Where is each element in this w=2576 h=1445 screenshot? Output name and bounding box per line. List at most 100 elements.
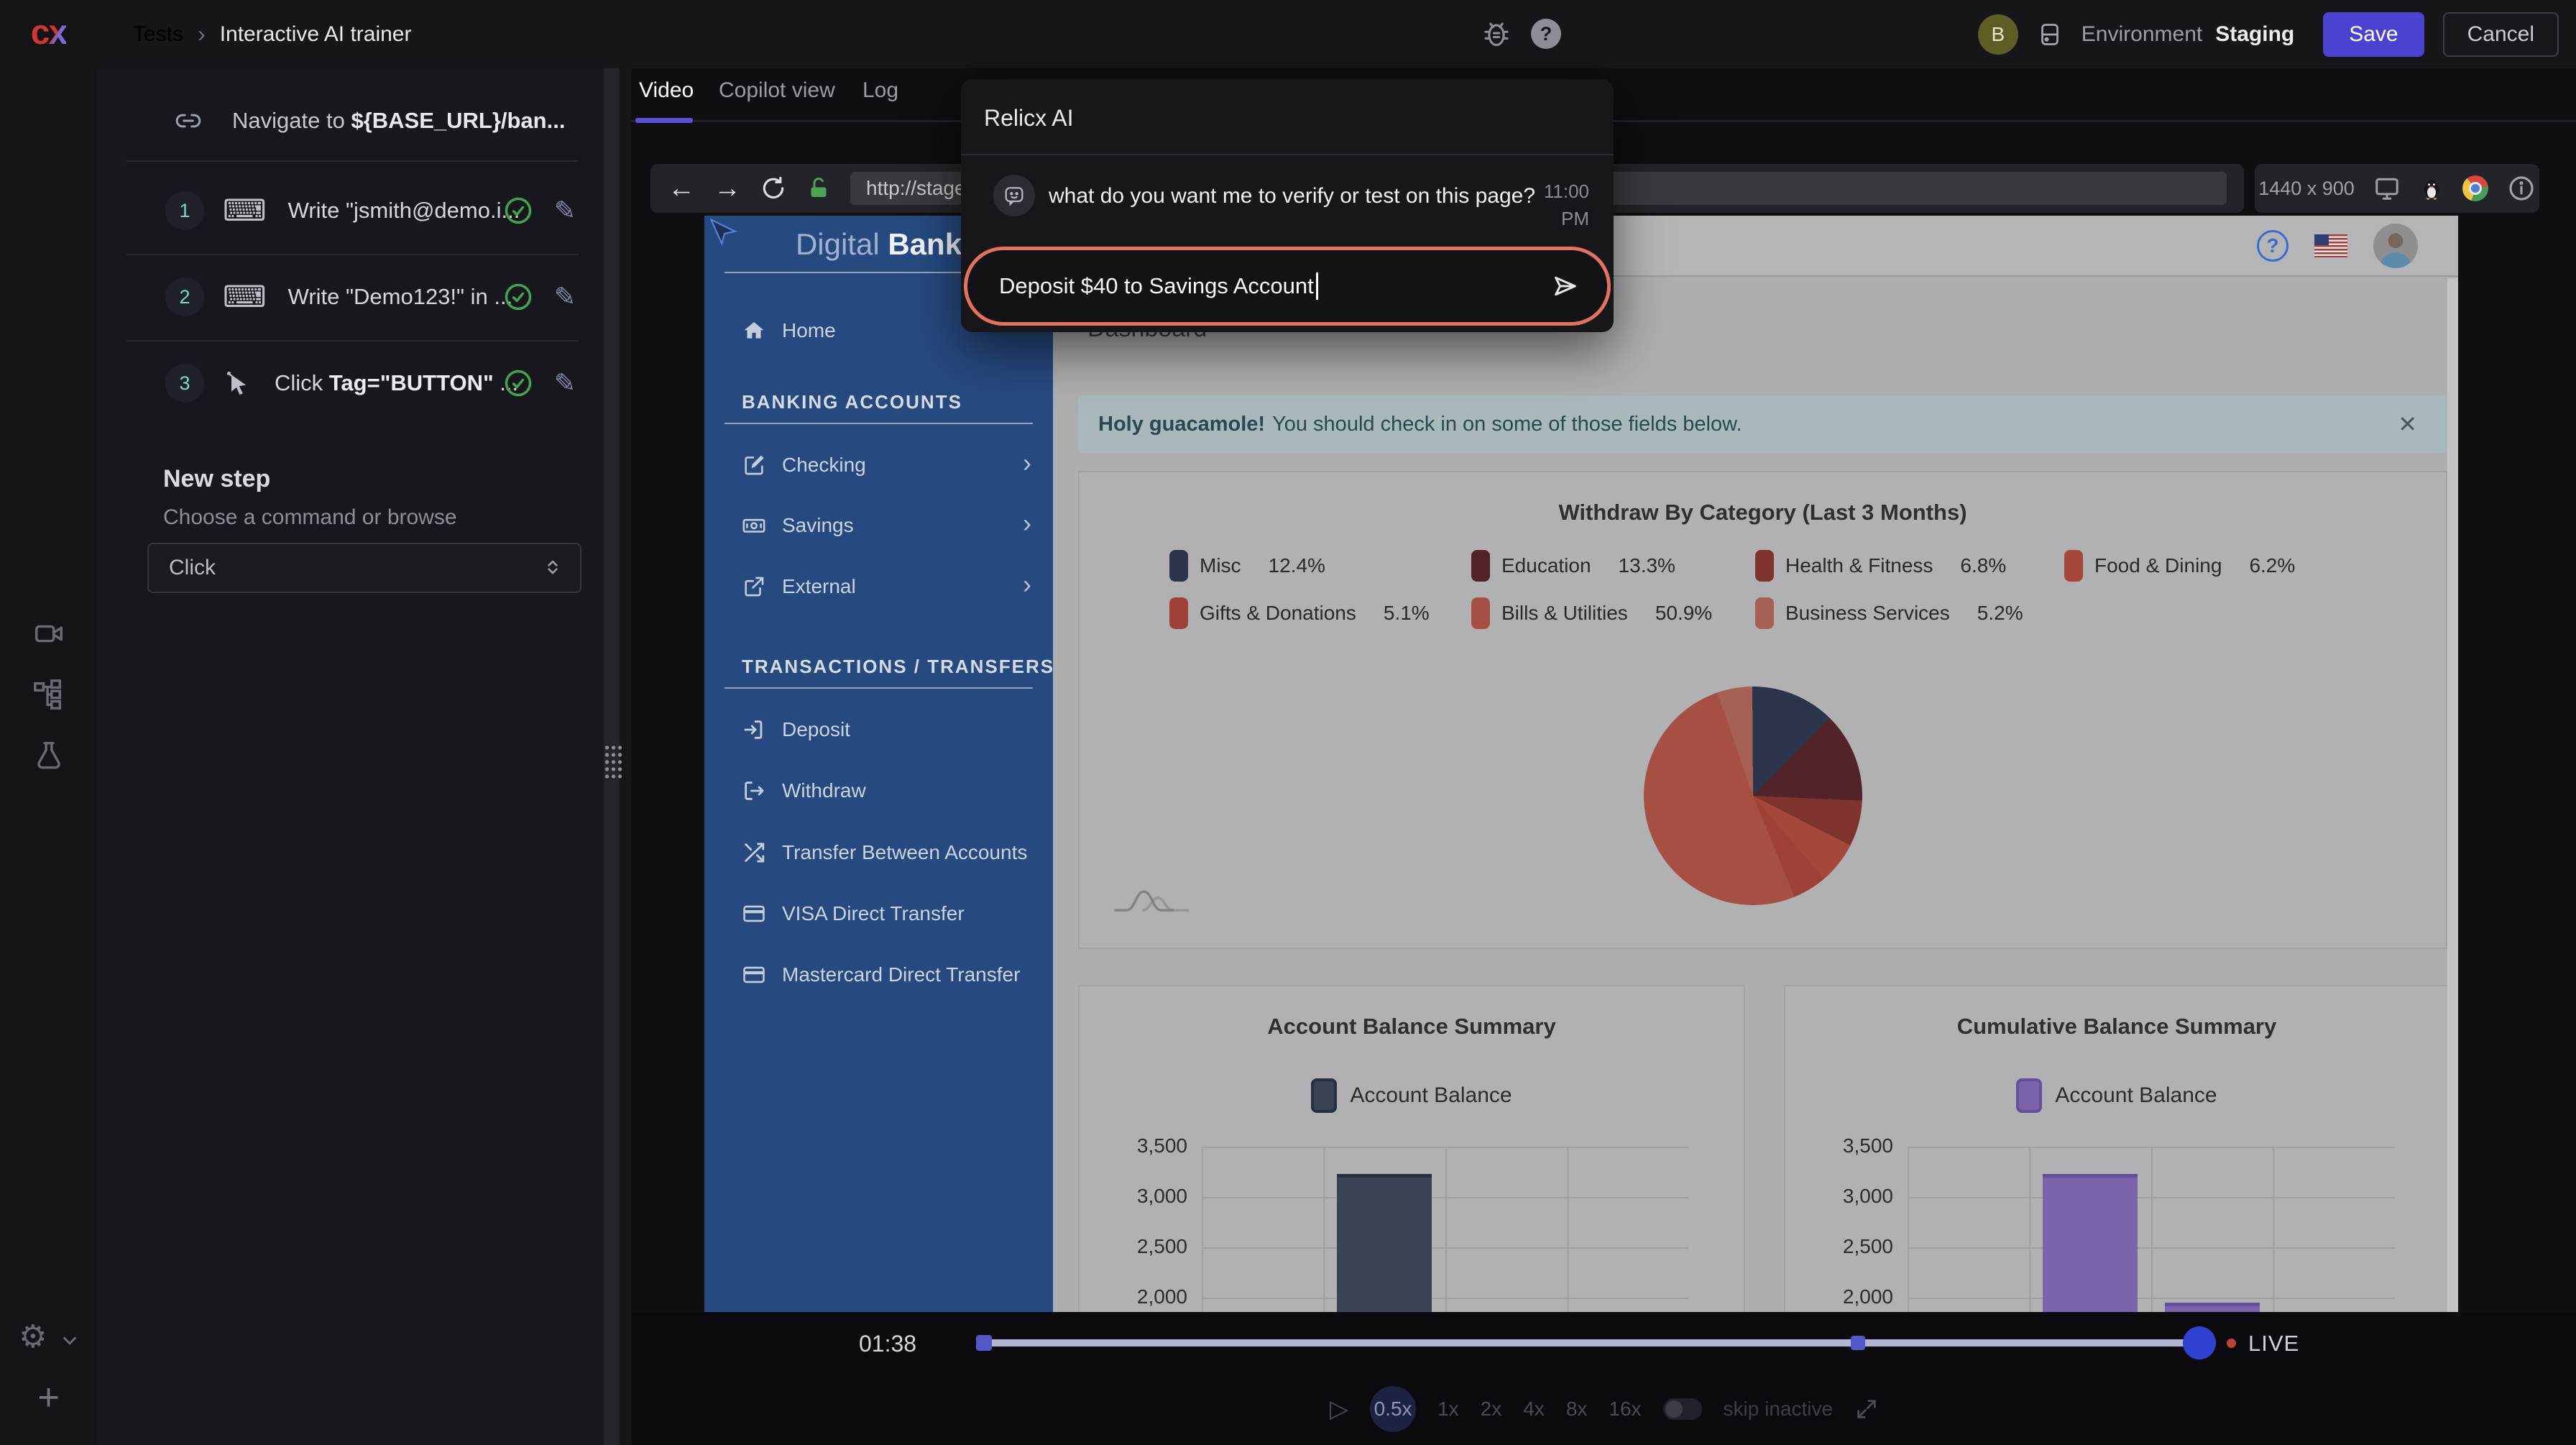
legend-item: Food & Dining6.2% [2064,550,2295,582]
message-timestamp: 11:00 PM [1544,178,1589,232]
home-icon [742,318,766,343]
bank-section-accounts: BANKING ACCOUNTS [742,391,962,413]
settings-gear-icon[interactable]: ⚙ [19,1321,47,1353]
video-camera-icon[interactable] [32,617,65,650]
bug-report-icon[interactable] [1481,18,1512,50]
save-button[interactable]: Save [2323,12,2424,57]
legend-item: Misc12.4% [1169,550,1325,582]
new-step-subtitle: Choose a command or browse [163,505,457,530]
divider [724,687,1033,689]
bank-user-avatar[interactable] [2373,224,2418,268]
select-updown-icon [541,556,564,579]
bar-chart-title: Cumulative Balance Summary [1785,1014,2448,1040]
bank-nav-withdraw[interactable]: Withdraw [704,761,1053,821]
relicx-logo[interactable]: cx [0,13,97,52]
breadcrumb: Tests › Interactive AI trainer [133,0,411,68]
y-tick: 2,000 [1080,1285,1187,1308]
playback-controls: ▷ 0.5x 1x 2x 4x 8x 16x skip inactive [632,1384,2576,1434]
page-title: Interactive AI trainer [220,22,412,47]
viewport-size: 1440 x 900 [2258,178,2355,200]
banknote-icon [742,513,766,538]
flask-icon[interactable] [32,739,65,772]
send-icon[interactable] [1551,272,1580,301]
divider [126,254,579,255]
legend-item: Gifts & Donations5.1% [1169,597,1430,629]
viewport-controls: 1440 x 900 [2255,164,2539,213]
monitor-icon[interactable] [2373,175,2401,202]
environment-label: Environment [2082,22,2202,47]
speed-2x[interactable]: 2x [1481,1398,1502,1421]
step-row-1[interactable]: 1 ⌨ Write "jsmith@demo.i... ✎ [97,175,607,247]
y-tick: 3,000 [1785,1185,1893,1208]
tab-copilot-view[interactable]: Copilot view [719,78,835,103]
bank-nav-checking[interactable]: Checking › [704,435,1053,495]
play-icon[interactable]: ▷ [1330,1397,1348,1421]
sitemap-icon[interactable] [32,678,65,711]
check-circle-icon [502,367,534,399]
linux-icon [2419,176,2444,201]
step-label: Click Tag="BUTTON" ... [275,370,518,396]
back-icon[interactable]: ← [668,175,695,202]
y-tick: 2,000 [1785,1285,1893,1308]
step-label: Write "Demo123!" in ... [288,284,513,310]
navigate-step[interactable]: Navigate to ${BASE_URL}/ban... [97,81,607,160]
legend-item: Business Services5.2% [1755,597,2023,629]
active-tab-indicator [635,118,693,123]
edit-pencil-icon[interactable]: ✎ [554,198,576,224]
mouse-pointer-icon [707,217,739,249]
skip-inactive-toggle[interactable] [1663,1398,1702,1420]
withdraw-category-card: Withdraw By Category (Last 3 Months) Mis… [1078,471,2447,949]
bank-nav-visa-transfer[interactable]: VISA Direct Transfer [704,884,1053,944]
chevron-down-icon[interactable] [59,1330,80,1352]
assistant-input[interactable]: Deposit $40 to Savings Account [964,247,1611,326]
account-balance-card: Account Balance Summary Account Balance … [1078,985,1745,1312]
bank-nav-savings[interactable]: Savings › [704,495,1053,556]
speed-16x[interactable]: 16x [1609,1398,1641,1421]
bank-nav-external[interactable]: External › [704,556,1053,617]
edit-pencil-icon[interactable]: ✎ [554,370,576,396]
tab-log[interactable]: Log [862,78,898,103]
bank-scrollbar[interactable] [2447,278,2458,1312]
progress-marker[interactable] [1851,1336,1865,1350]
bank-nav-transfer[interactable]: Transfer Between Accounts [704,822,1053,883]
playhead-knob[interactable] [2183,1326,2216,1359]
speed-8x[interactable]: 8x [1566,1398,1588,1421]
info-icon[interactable] [2507,174,2536,203]
bank-help-icon[interactable]: ? [2257,230,2288,262]
progress-start-handle[interactable] [976,1335,992,1351]
withdraw-icon [742,779,766,803]
unlock-icon[interactable] [806,175,832,201]
speed-0-5x[interactable]: 0.5x [1370,1386,1416,1432]
step-row-2[interactable]: 2 ⌨ Write "Demo123!" in ... ✎ [97,261,607,333]
alert-close-icon[interactable]: ✕ [2398,410,2417,438]
forward-icon[interactable]: → [714,175,741,202]
progress-track[interactable] [981,1339,2201,1347]
y-tick: 3,000 [1080,1185,1187,1208]
tab-video[interactable]: Video [639,78,694,103]
deposit-icon [742,717,766,742]
bank-nav-deposit[interactable]: Deposit [704,699,1053,760]
help-icon[interactable]: ? [1531,19,1561,49]
step-row-3[interactable]: 3 Click Tag="BUTTON" ... ✎ [97,347,607,419]
divider [126,340,579,341]
environment-value[interactable]: Staging [2215,22,2294,47]
cancel-button[interactable]: Cancel [2443,12,2559,57]
fullscreen-icon[interactable] [1854,1397,1879,1421]
us-flag-icon[interactable] [2314,234,2347,257]
speed-1x[interactable]: 1x [1438,1398,1459,1421]
pencil-square-icon [742,453,766,477]
add-icon[interactable]: + [0,1379,97,1416]
skip-inactive-label: skip inactive [1724,1398,1834,1421]
refresh-icon[interactable] [760,175,787,202]
edit-pencil-icon[interactable]: ✎ [554,284,576,310]
pie-chart-title: Withdraw By Category (Last 3 Months) [1080,500,2446,526]
user-avatar[interactable]: B [1978,14,2018,55]
command-select-value: Click [169,556,216,580]
keyboard-icon: ⌨ [223,196,267,226]
command-select[interactable]: Click [147,543,581,593]
legend-item: Education13.3% [1471,550,1675,582]
bank-nav-mastercard-transfer[interactable]: Mastercard Direct Transfer [704,945,1053,1005]
breadcrumb-tests[interactable]: Tests [133,22,183,47]
alert-text: You should check in on some of those fie… [1272,413,1742,436]
speed-4x[interactable]: 4x [1523,1398,1545,1421]
